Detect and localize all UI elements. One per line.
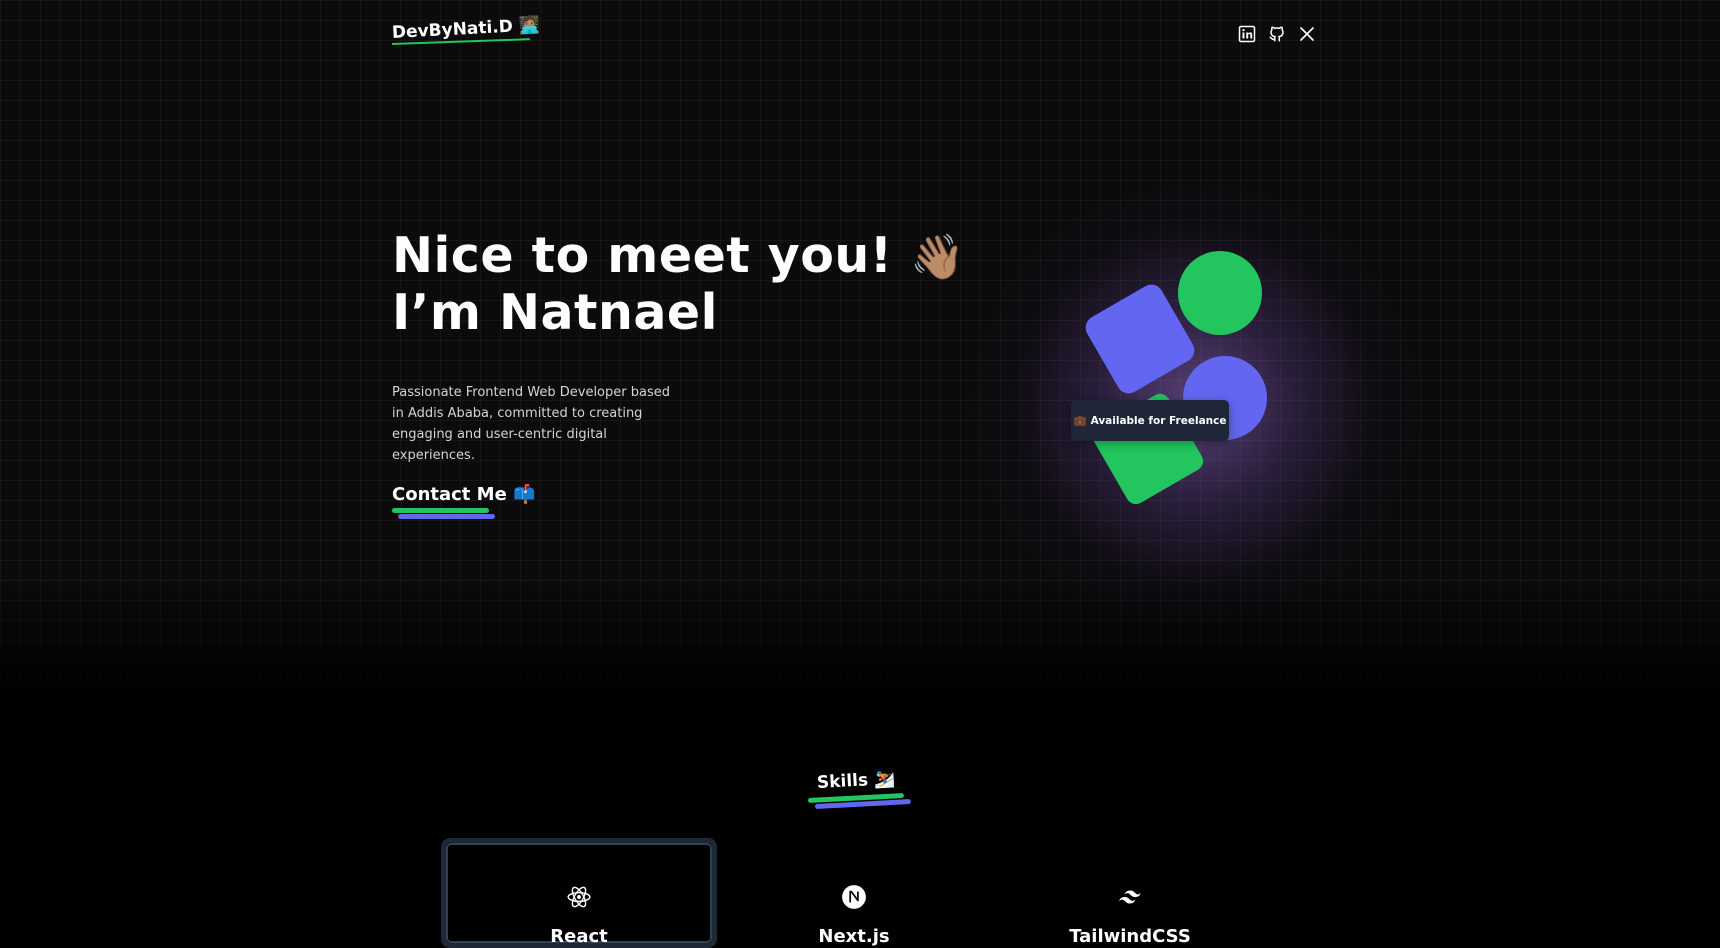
skill-label: React [550, 926, 608, 947]
hero-title-line2: I’m Natnael [392, 284, 718, 341]
freelance-badge-label: Available for Freelance [1090, 414, 1227, 427]
skill-label: TailwindCSS [1069, 926, 1191, 947]
contact-underline-blue [398, 514, 495, 519]
nextjs-icon [841, 884, 867, 910]
hero-grid-background [0, 0, 1720, 695]
social-links [1238, 25, 1316, 43]
skier-icon: ⛷️ [873, 768, 896, 790]
skill-card-tailwindcss[interactable]: TailwindCSS [992, 838, 1268, 948]
skill-card-react[interactable]: React [441, 838, 717, 948]
skills-heading: Skills ⛷️ [816, 769, 895, 793]
hero-title-line1: Nice to meet you! [392, 227, 893, 284]
x-icon[interactable] [1298, 25, 1316, 43]
contact-underline-green [392, 508, 489, 513]
skill-label: Next.js [818, 926, 890, 947]
skills-heading-label: Skills [816, 770, 869, 793]
skill-card-nextjs[interactable]: Next.js [716, 838, 992, 948]
contact-me-button[interactable]: Contact Me 📫 [392, 484, 536, 505]
react-icon [566, 884, 592, 910]
hero-title: Nice to meet you! 👋🏽 I’m Natnael [392, 228, 966, 340]
linkedin-icon[interactable] [1238, 25, 1256, 43]
hero-description: Passionate Frontend Web Developer based … [392, 385, 670, 463]
freelance-badge: 💼 Available for Freelance [1071, 400, 1229, 441]
contact-me-label: Contact Me [392, 484, 507, 505]
waving-hand-icon: 👋🏽 [910, 232, 966, 283]
green-circle-shape [1178, 251, 1262, 335]
github-icon[interactable] [1268, 25, 1286, 43]
briefcase-icon: 💼 [1073, 415, 1087, 427]
mailbox-icon: 📫 [513, 484, 536, 505]
tailwind-icon [1117, 884, 1143, 910]
